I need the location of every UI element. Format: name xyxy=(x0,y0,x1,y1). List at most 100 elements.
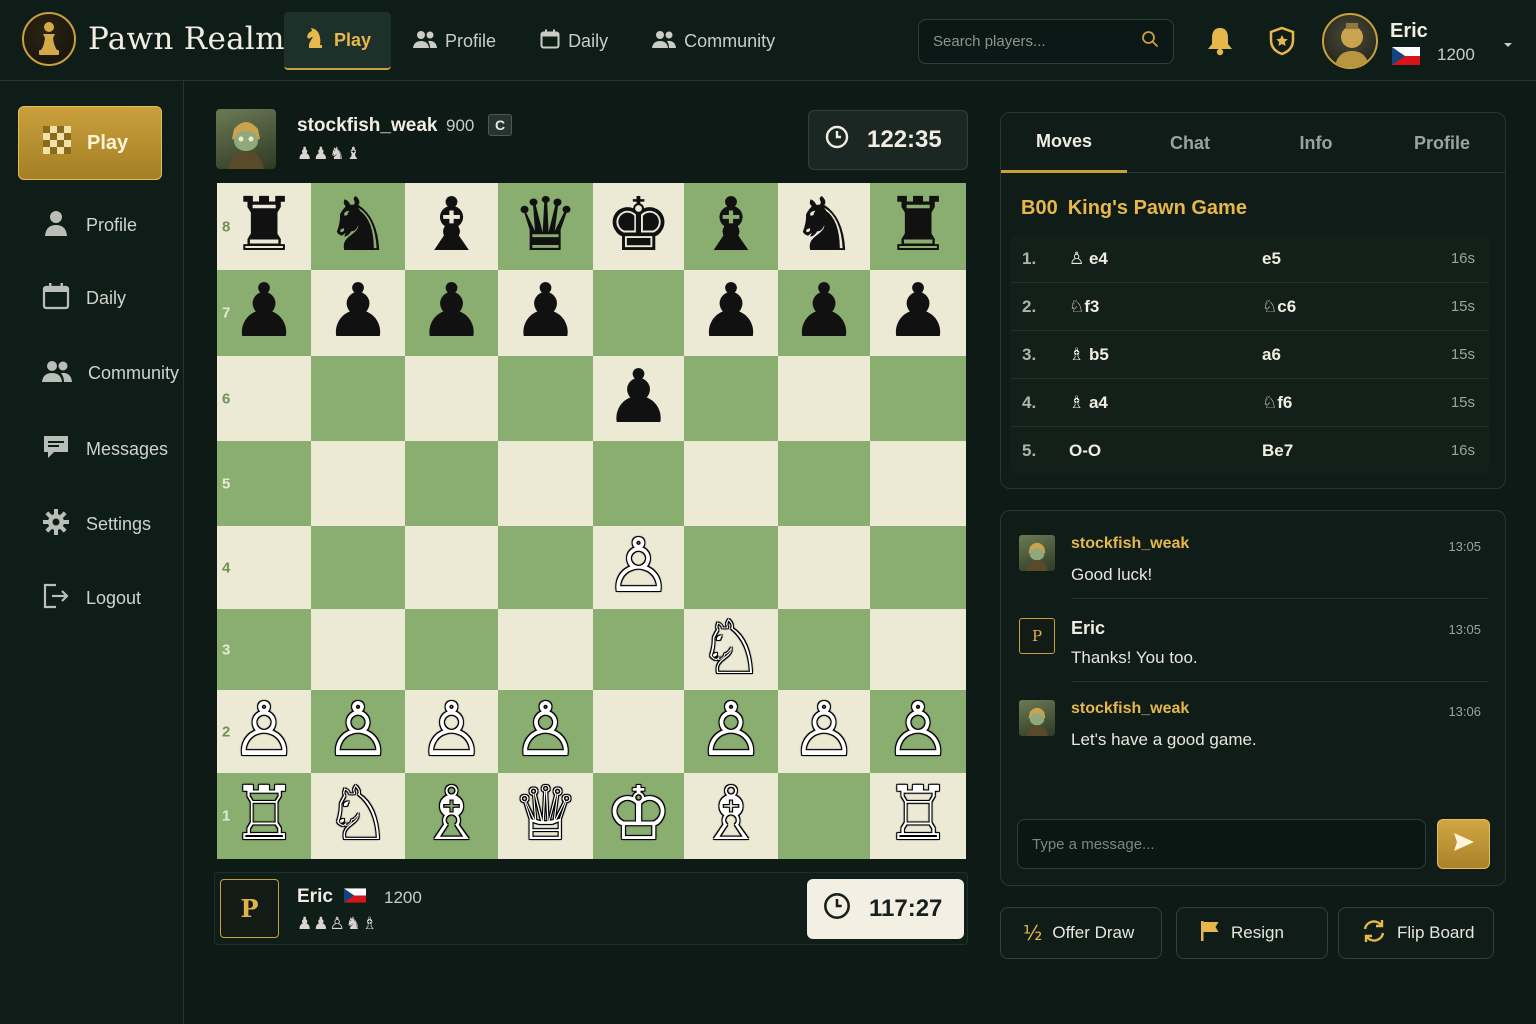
square-h7[interactable]: ♟ xyxy=(870,270,966,356)
opponent-avatar[interactable] xyxy=(216,109,276,169)
square-f5[interactable] xyxy=(684,441,778,526)
square-a8[interactable]: 8 ♜ xyxy=(217,183,311,270)
square-h4[interactable] xyxy=(870,526,966,609)
square-d8[interactable]: ♛ xyxy=(498,183,593,270)
resign-button[interactable]: Resign xyxy=(1176,907,1328,959)
square-a2[interactable]: 2 ♙ xyxy=(217,690,311,773)
square-a5[interactable]: 5 xyxy=(217,441,311,526)
sidebar-item-settings[interactable]: Settings xyxy=(18,496,162,552)
square-e7[interactable] xyxy=(593,270,684,356)
black-move[interactable]: ♘c6 xyxy=(1262,297,1296,317)
white-king-icon[interactable]: ♔ xyxy=(605,777,671,851)
square-e5[interactable] xyxy=(593,441,684,526)
chat-input[interactable] xyxy=(1017,819,1426,869)
square-c6[interactable] xyxy=(405,356,498,441)
tab-profile[interactable]: Profile xyxy=(1379,113,1505,173)
black-pawn-icon[interactable]: ♟ xyxy=(325,274,391,348)
white-pawn-icon[interactable]: ♙ xyxy=(512,693,578,767)
black-rook-icon[interactable]: ♜ xyxy=(885,188,951,262)
square-g5[interactable] xyxy=(778,441,870,526)
white-pawn-icon[interactable]: ♙ xyxy=(231,693,297,767)
nav-item-play[interactable]: Play xyxy=(284,12,392,70)
square-h6[interactable] xyxy=(870,356,966,441)
black-king-icon[interactable]: ♚ xyxy=(605,188,671,262)
square-b7[interactable]: ♟ xyxy=(311,270,405,356)
square-a1[interactable]: 1 ♖ xyxy=(217,773,311,859)
white-rook-icon[interactable]: ♖ xyxy=(885,777,951,851)
opponent-name[interactable]: stockfish_weak xyxy=(297,115,437,137)
square-b3[interactable] xyxy=(311,609,405,690)
white-queen-icon[interactable]: ♕ xyxy=(512,777,578,851)
black-move[interactable]: Be7 xyxy=(1262,441,1293,461)
white-pawn-icon[interactable]: ♙ xyxy=(325,693,391,767)
send-button[interactable] xyxy=(1437,819,1490,869)
square-g2[interactable]: ♙ xyxy=(778,690,870,773)
square-c3[interactable] xyxy=(405,609,498,690)
square-d5[interactable] xyxy=(498,441,593,526)
black-pawn-icon[interactable]: ♟ xyxy=(885,274,951,348)
square-c7[interactable]: ♟ xyxy=(405,270,498,356)
square-g3[interactable] xyxy=(778,609,870,690)
square-c2[interactable]: ♙ xyxy=(405,690,498,773)
brand[interactable]: Pawn Realm xyxy=(22,12,285,66)
white-knight-icon[interactable]: ♘ xyxy=(325,777,391,851)
sidebar-item-community[interactable]: Community xyxy=(18,345,179,401)
square-d6[interactable] xyxy=(498,356,593,441)
message-author[interactable]: Eric xyxy=(1071,618,1105,639)
tab-moves[interactable]: Moves xyxy=(1001,113,1127,173)
square-e3[interactable] xyxy=(593,609,684,690)
square-c5[interactable] xyxy=(405,441,498,526)
square-d2[interactable]: ♙ xyxy=(498,690,593,773)
square-f2[interactable]: ♙ xyxy=(684,690,778,773)
black-pawn-icon[interactable]: ♟ xyxy=(698,274,764,348)
black-queen-icon[interactable]: ♛ xyxy=(512,188,578,262)
white-pawn-icon[interactable]: ♙ xyxy=(605,529,671,603)
square-g1[interactable] xyxy=(778,773,870,859)
square-e6[interactable]: ♟ xyxy=(593,356,684,441)
white-move[interactable]: ♗ b5 xyxy=(1069,345,1109,365)
square-e4[interactable]: ♙ xyxy=(593,526,684,609)
square-b4[interactable] xyxy=(311,526,405,609)
black-bishop-icon[interactable]: ♝ xyxy=(698,188,764,262)
search-input[interactable] xyxy=(933,33,1141,50)
square-g7[interactable]: ♟ xyxy=(778,270,870,356)
shield-icon[interactable] xyxy=(1268,26,1296,61)
sidebar-item-messages[interactable]: Messages xyxy=(18,421,168,477)
square-b2[interactable]: ♙ xyxy=(311,690,405,773)
white-rook-icon[interactable]: ♖ xyxy=(231,777,297,851)
black-move[interactable]: e5 xyxy=(1262,249,1281,269)
nav-item-profile[interactable]: Profile xyxy=(391,12,518,70)
black-pawn-icon[interactable]: ♟ xyxy=(512,274,578,348)
black-rook-icon[interactable]: ♜ xyxy=(231,188,297,262)
square-h1[interactable]: ♖ xyxy=(870,773,966,859)
square-f4[interactable] xyxy=(684,526,778,609)
square-h5[interactable] xyxy=(870,441,966,526)
square-d1[interactable]: ♕ xyxy=(498,773,593,859)
chess-board[interactable]: 8 ♜ ♞ ♝ ♛ ♚ ♝ ♞ ♜ 7 ♟ ♟ ♟ ♟ ♟ ♟ ♟ 6 ♟ 5 4 ♙ 3 ♘ 2 ♙ ♙ ♙ ♙ ♙ ♙ ♙ 1 ♖ ♘ ♗ ♕ ♔ ♗ ♖ xyxy=(217,183,966,859)
square-f7[interactable]: ♟ xyxy=(684,270,778,356)
search-icon[interactable] xyxy=(1141,30,1159,53)
white-move[interactable]: ♙ e4 xyxy=(1069,249,1108,269)
square-f6[interactable] xyxy=(684,356,778,441)
black-pawn-icon[interactable]: ♟ xyxy=(418,274,484,348)
sidebar-item-daily[interactable]: Daily xyxy=(18,270,162,326)
square-g4[interactable] xyxy=(778,526,870,609)
square-g6[interactable] xyxy=(778,356,870,441)
square-c8[interactable]: ♝ xyxy=(405,183,498,270)
white-move[interactable]: ♗ a4 xyxy=(1069,393,1108,413)
square-h8[interactable]: ♜ xyxy=(870,183,966,270)
black-bishop-icon[interactable]: ♝ xyxy=(418,188,484,262)
white-move[interactable]: O-O xyxy=(1069,441,1101,461)
white-pawn-icon[interactable]: ♙ xyxy=(885,693,951,767)
square-g8[interactable]: ♞ xyxy=(778,183,870,270)
user-name[interactable]: Eric xyxy=(1390,20,1428,43)
white-pawn-icon[interactable]: ♙ xyxy=(791,693,857,767)
white-bishop-icon[interactable]: ♗ xyxy=(418,777,484,851)
square-b6[interactable] xyxy=(311,356,405,441)
flip-board-button[interactable]: Flip Board xyxy=(1338,907,1494,959)
square-b1[interactable]: ♘ xyxy=(311,773,405,859)
black-pawn-icon[interactable]: ♟ xyxy=(605,360,671,434)
nav-item-daily[interactable]: Daily xyxy=(518,12,630,70)
offer-draw-button[interactable]: ½ Offer Draw xyxy=(1000,907,1162,959)
black-pawn-icon[interactable]: ♟ xyxy=(791,274,857,348)
